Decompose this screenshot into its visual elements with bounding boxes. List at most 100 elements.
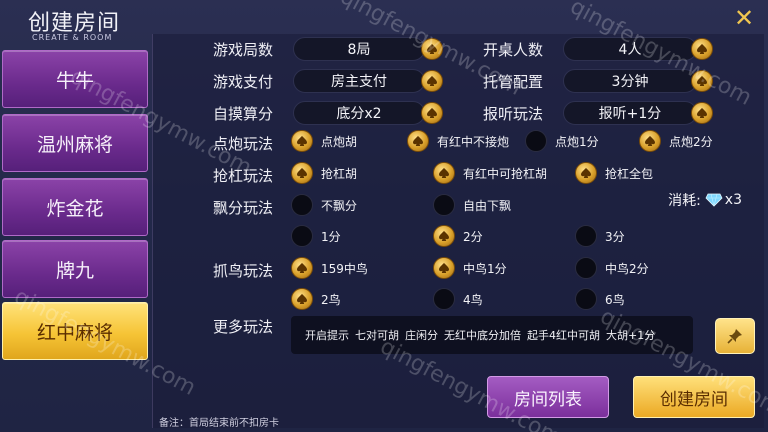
zhuaniao-option-1[interactable]: 159中鸟 (291, 257, 368, 279)
spade-icon (697, 44, 707, 54)
close-button[interactable]: ✕ (732, 6, 756, 30)
room-list-label: 房间列表 (514, 389, 582, 410)
players-dropdown-button[interactable] (691, 38, 713, 60)
players-value: 4人 (618, 42, 642, 58)
qianggang-option-2[interactable]: 有红中可抢杠胡 (433, 162, 547, 184)
rounds-dropdown-button[interactable] (421, 38, 443, 60)
more-rule-item: 七对可胡 (355, 329, 399, 342)
trustee-value: 3分钟 (611, 74, 649, 90)
option-label: 点炮1分 (555, 134, 599, 149)
players-select[interactable]: 4人 (563, 37, 697, 61)
qianggang-option-1[interactable]: 抢杠胡 (291, 162, 357, 184)
radio-checked-icon (639, 130, 661, 152)
footer-note: 备注：首局结束前不扣房卡 (159, 418, 279, 429)
qianggang-option-3[interactable]: 抢杠全包 (575, 162, 653, 184)
rounds-select[interactable]: 8局 (293, 37, 425, 61)
payment-dropdown-button[interactable] (421, 70, 443, 92)
option-label: 有红中可抢杠胡 (463, 166, 548, 181)
baoting-dropdown-button[interactable] (691, 102, 713, 124)
zimo-label: 自摸算分 (213, 105, 274, 123)
more-rule-item: 开启提示 (305, 329, 349, 342)
sidebar-item-niuniu[interactable]: 牛牛 (2, 50, 148, 108)
spade-icon (427, 76, 437, 86)
radio-checked-icon (433, 162, 455, 184)
diamond-icon (705, 193, 723, 207)
sidebar-item-paijiu[interactable]: 牌九 (2, 240, 148, 298)
option-label: 4鸟 (463, 292, 483, 307)
sidebar-item-label: 牛牛 (55, 69, 94, 92)
create-room-label: 创建房间 (660, 389, 728, 410)
dianpao-option-1[interactable]: 点炮胡 (291, 130, 357, 152)
zhuaniao-option-2[interactable]: 中鸟1分 (433, 257, 507, 279)
spade-icon (697, 108, 707, 118)
create-room-button[interactable]: 创建房间 (633, 376, 755, 418)
room-list-button[interactable]: 房间列表 (487, 376, 609, 418)
more-rule-item: 大胡+1分 (606, 329, 656, 342)
option-label: 点炮2分 (669, 134, 713, 149)
game-sidebar: 牛牛 温州麻将 炸金花 牌九 红中麻将 (0, 46, 150, 426)
sidebar-item-label: 温州麻将 (36, 133, 113, 156)
radio-checked-icon (407, 130, 429, 152)
piaofen-option-1[interactable]: 不飘分 (291, 194, 357, 216)
more-rule-item: 起手4红中可胡 (527, 329, 600, 342)
radio-unchecked-icon (575, 225, 597, 247)
zhuaniao-option-4[interactable]: 2鸟 (291, 288, 341, 310)
radio-unchecked-icon (575, 288, 597, 310)
piaofen-option-2[interactable]: 自由下飘 (433, 194, 511, 216)
spade-icon (697, 76, 707, 86)
option-label: 6鸟 (605, 292, 625, 307)
sidebar-item-label: 炸金花 (46, 197, 104, 220)
radio-checked-icon (291, 288, 313, 310)
payment-value: 房主支付 (331, 74, 387, 90)
option-label: 1分 (321, 229, 341, 244)
baoting-value: 报听+1分 (598, 106, 662, 122)
spade-icon (427, 108, 437, 118)
zimo-value: 底分x2 (336, 106, 382, 122)
option-label: 抢杠全包 (605, 166, 654, 181)
settings-panel: 游戏局数 8局 开桌人数 4人 游戏支付 房主支付 托管配置 3分钟 自摸算分 … (152, 34, 764, 429)
more-rule-item: 庄闲分 (405, 329, 438, 342)
zhuaniao-label: 抓鸟玩法 (213, 262, 274, 280)
payment-select[interactable]: 房主支付 (293, 69, 425, 93)
option-label: 抢杠胡 (321, 166, 358, 181)
option-label: 不飘分 (321, 198, 358, 213)
zhuaniao-option-5[interactable]: 4鸟 (433, 288, 483, 310)
qianggang-label: 抢杠玩法 (213, 167, 274, 185)
sidebar-item-hongzhong-mahjong[interactable]: 红中麻将 (2, 302, 148, 360)
create-room-screen: 创建房间 CREATE & ROOM ✕ 牛牛 温州麻将 炸金花 牌九 红中麻将… (0, 0, 768, 432)
radio-unchecked-icon (525, 130, 547, 152)
radio-checked-icon (433, 225, 455, 247)
radio-checked-icon (291, 130, 313, 152)
zhuaniao-option-6[interactable]: 6鸟 (575, 288, 625, 310)
sidebar-item-wenzhou-mahjong[interactable]: 温州麻将 (2, 114, 148, 172)
option-label: 点炮胡 (321, 134, 358, 149)
piaofen-option-3[interactable]: 1分 (291, 225, 341, 247)
sidebar-item-zhajinhua[interactable]: 炸金花 (2, 178, 148, 236)
radio-unchecked-icon (575, 257, 597, 279)
rounds-value: 8局 (347, 42, 371, 58)
baoting-select[interactable]: 报听+1分 (563, 101, 697, 125)
option-label: 中鸟1分 (463, 261, 507, 276)
dianpao-option-4[interactable]: 点炮2分 (639, 130, 713, 152)
zimo-dropdown-button[interactable] (421, 102, 443, 124)
zimo-select[interactable]: 底分x2 (293, 101, 425, 125)
trustee-label: 托管配置 (483, 73, 544, 91)
more-rules-label: 更多玩法 (213, 318, 274, 336)
piaofen-option-4[interactable]: 2分 (433, 225, 483, 247)
trustee-select[interactable]: 3分钟 (563, 69, 697, 93)
zhuaniao-option-3[interactable]: 中鸟2分 (575, 257, 649, 279)
option-label: 159中鸟 (321, 261, 368, 276)
piaofen-option-5[interactable]: 3分 (575, 225, 625, 247)
more-rules-summary[interactable]: 开启提示 七对可胡 庄闲分 无红中底分加倍 起手4红中可胡 大胡+1分 (291, 316, 693, 354)
players-label: 开桌人数 (483, 41, 544, 59)
cost-amount: x3 (724, 192, 742, 208)
dianpao-option-3[interactable]: 点炮1分 (525, 130, 599, 152)
trustee-dropdown-button[interactable] (691, 70, 713, 92)
more-rules-button[interactable] (715, 318, 755, 354)
radio-unchecked-icon (433, 288, 455, 310)
radio-checked-icon (575, 162, 597, 184)
title-area: 创建房间 CREATE & ROOM (0, 0, 160, 44)
dianpao-option-2[interactable]: 有红中不接炮 (407, 130, 509, 152)
radio-unchecked-icon (291, 194, 313, 216)
radio-checked-icon (291, 257, 313, 279)
